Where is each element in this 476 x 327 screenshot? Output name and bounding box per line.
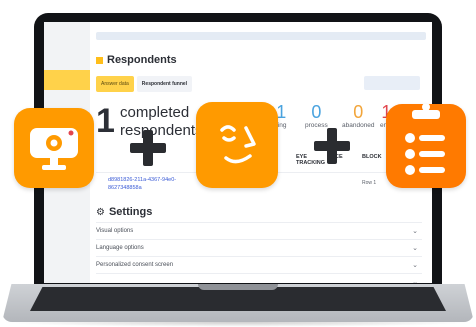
- clipboard-glyph: [405, 98, 445, 175]
- completed-label-line1: completed: [120, 104, 190, 121]
- completed-count: 1: [96, 102, 115, 140]
- accordion-visual-options[interactable]: Visual options ⌄: [96, 222, 422, 239]
- stat-value: 0: [353, 102, 364, 122]
- face-icon: [196, 102, 278, 188]
- clipboard-checklist-icon: [386, 98, 466, 188]
- heading-square-icon: [96, 56, 103, 64]
- settings-title: Settings: [108, 206, 153, 218]
- tab-respondent-funnel[interactable]: Respondent funnel: [136, 76, 193, 92]
- chevron-down-icon: ⌄: [412, 245, 418, 252]
- page-title: Respondents: [107, 54, 177, 66]
- top-bar: [96, 32, 426, 40]
- row-block-value: Row 1: [362, 180, 377, 186]
- respondents-heading: Respondents: [96, 54, 177, 66]
- stat-in-process: 0 process: [305, 102, 328, 129]
- chevron-down-icon: ⌄: [412, 228, 418, 235]
- stat-abandoned: 0 abandoned: [342, 102, 375, 129]
- laptop-notch: [198, 284, 278, 290]
- chevron-down-icon: ⌄: [412, 279, 418, 283]
- accordion-more-options[interactable]: ⌄: [96, 273, 422, 283]
- accordion-label: Language options: [96, 245, 144, 251]
- tab-bar: Answer data Respondent funnel: [96, 76, 193, 92]
- stat-value: 0: [311, 102, 322, 122]
- face-glyph: [220, 125, 256, 164]
- respondent-id-link[interactable]: d8981826-211a-4367-94e0-8627348858a: [108, 176, 180, 192]
- accordion-personalized-consent-screen[interactable]: Personalized consent screen ⌄: [96, 256, 422, 273]
- laptop-keyboard: [30, 287, 446, 311]
- webcam-icon: [14, 108, 94, 188]
- sidebar-active-item[interactable]: [44, 70, 90, 90]
- tab-answer-data[interactable]: Answer data: [96, 76, 134, 92]
- accordion-language-options[interactable]: Language options ⌄: [96, 239, 422, 256]
- plus-icon: [130, 130, 166, 166]
- plus-icon: [314, 128, 350, 164]
- export-button[interactable]: [364, 76, 420, 90]
- accordion-label: Personalized consent screen: [96, 262, 174, 268]
- settings-heading: ⚙ Settings: [96, 206, 152, 218]
- accordion-label: Visual options: [96, 228, 134, 234]
- column-header-block: BLOCK: [362, 154, 382, 160]
- chevron-down-icon: ⌄: [412, 262, 418, 269]
- gear-icon: ⚙: [96, 206, 105, 218]
- webcam-glyph: [30, 128, 78, 170]
